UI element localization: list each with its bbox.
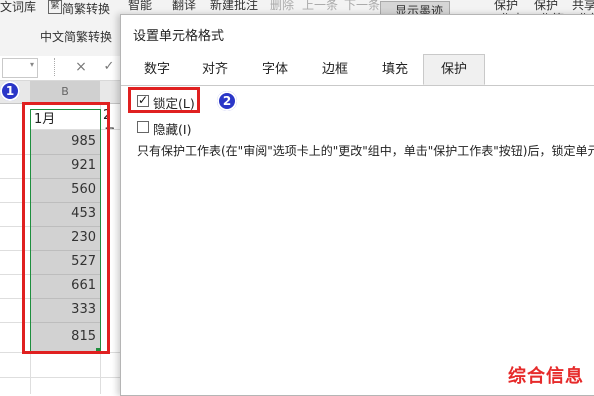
tab-font[interactable]: 字体 [253, 55, 297, 84]
column-header-c[interactable] [100, 81, 120, 104]
dialog-title: 设置单元格格式 [133, 29, 225, 44]
tab-border[interactable]: 边框 [313, 55, 357, 84]
column-header-b-label: B [61, 85, 69, 98]
new-comment-button[interactable]: 新建批注 [210, 0, 258, 13]
watermark-text: 综合信息 [508, 366, 584, 387]
tab-number[interactable]: 数字 [135, 55, 179, 84]
simplified-convert-button[interactable]: 简繁转换 [62, 0, 110, 17]
locked-label[interactable]: 锁定(L) [153, 93, 195, 112]
protection-description: 只有保护工作表(在"审阅"选项卡上的"更改"组中，单击"保护工作表"按钮)后，锁… [137, 144, 594, 158]
column-header-b[interactable]: B [30, 81, 100, 104]
tab-alignment[interactable]: 对齐 [193, 55, 237, 84]
formula-bar-divider [54, 58, 56, 76]
step-one-badge: 1 [0, 81, 20, 101]
hidden-label[interactable]: 隐藏(I) [153, 119, 191, 138]
format-cells-dialog: 设置单元格格式 数字 对齐 字体 边框 填充 保护 ✓ 锁定(L) 2 隐藏(I… [120, 14, 594, 396]
locked-checkbox[interactable]: ✓ [137, 93, 149, 107]
tab-protection[interactable]: 保护 [423, 54, 485, 85]
chevron-down-icon: ▾ [29, 60, 34, 69]
chinese-convert-button[interactable]: 中文简繁转换 [40, 28, 112, 45]
cancel-icon[interactable]: × [70, 58, 92, 76]
hidden-checkbox[interactable] [137, 121, 149, 133]
range-highlight-box [22, 102, 110, 354]
translate-button[interactable]: 翻译 [172, 0, 196, 13]
confirm-icon[interactable]: ✓ [100, 58, 118, 76]
step-two-badge: 2 [217, 91, 237, 111]
ribbon-word-lib-label[interactable]: 文词库 [0, 0, 36, 15]
gridline-horizontal [0, 377, 120, 378]
next-comment-button[interactable]: 下一条 [344, 0, 380, 13]
simplified-convert-icon: 繁 [48, 0, 62, 14]
tab-fill[interactable]: 填充 [373, 55, 417, 84]
prev-comment-button[interactable]: 上一条 [302, 0, 338, 13]
name-box[interactable]: ▾ [2, 58, 38, 78]
smart-lookup-button[interactable]: 智能 [128, 0, 152, 13]
delete-comment-button[interactable]: 删除 [270, 0, 294, 13]
checkmark-icon: ✓ [138, 93, 149, 107]
dialog-tab-bar: 数字 对齐 字体 边框 填充 保护 [121, 54, 594, 86]
